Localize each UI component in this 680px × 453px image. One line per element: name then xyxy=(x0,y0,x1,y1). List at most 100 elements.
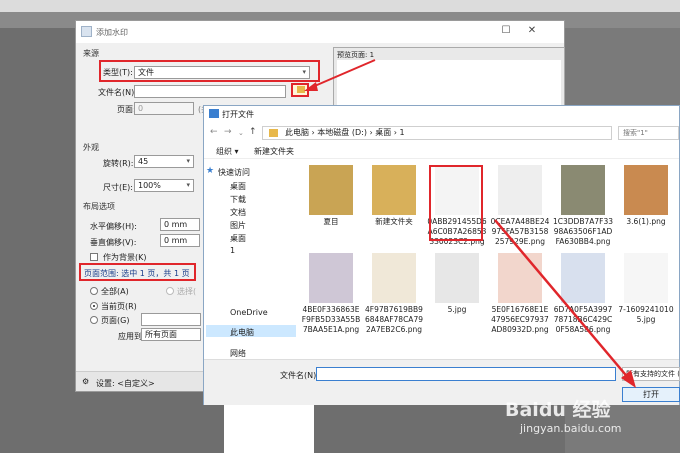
chevron-down-icon: ▾ xyxy=(186,181,190,189)
image-thumbnail xyxy=(624,165,668,215)
type-value: 文件 xyxy=(138,68,154,77)
annotation-arrow xyxy=(494,219,636,388)
dialog-title: 添加水印 xyxy=(96,28,128,37)
folder-icon xyxy=(372,165,416,215)
voffset-value: 0 mm xyxy=(164,236,188,245)
sidebar-item-onedrive[interactable]: OneDrive xyxy=(230,308,268,317)
filename-label: 文件名(N): xyxy=(98,88,137,97)
sidebar-item-pictures[interactable]: 图片 xyxy=(230,220,246,231)
sidebar-item-this-pc[interactable]: 此电脑 xyxy=(230,327,254,338)
sidebar-item-documents[interactable]: 文档 xyxy=(230,207,246,218)
sidebar-item-desktop-2[interactable]: 桌面 xyxy=(230,233,246,244)
current-page-label: 当前页(R) xyxy=(101,302,137,311)
brand-url: jingyan.baidu.com xyxy=(520,422,622,435)
maximize-icon[interactable]: ☐ xyxy=(498,24,514,38)
pages-radio[interactable] xyxy=(90,316,98,324)
voffset-label: 垂直偏移(V): xyxy=(90,238,137,247)
section-layout: 布局选项 xyxy=(83,202,115,211)
new-folder-button[interactable]: 新建文件夹 xyxy=(254,146,294,157)
image-thumbnail xyxy=(498,165,542,215)
hoffset-input[interactable]: 0 mm xyxy=(160,218,200,231)
folder-icon xyxy=(269,129,278,137)
file-item[interactable]: 新建文件夹 xyxy=(364,165,424,227)
file-name: 4F97B7619BB96848AF78CA792A7EB2C6.png xyxy=(365,305,423,334)
page-label: 页面: xyxy=(117,105,136,114)
chevron-down-icon[interactable]: ⌄ xyxy=(238,129,244,137)
file-item[interactable]: 4F97B7619BB96848AF78CA792A7EB2C6.png xyxy=(364,253,424,335)
forward-icon[interactable]: → xyxy=(224,127,232,137)
breadcrumb-item[interactable]: 桌面 xyxy=(375,128,391,137)
folder-icon xyxy=(309,165,353,215)
app-icon xyxy=(81,26,92,37)
settings-label[interactable]: 设置: <自定义> xyxy=(96,378,155,389)
hoffset-label: 水平偏移(H): xyxy=(90,222,137,231)
background-label: 作为背景(K) xyxy=(103,253,147,262)
file-name: 夏目 xyxy=(323,217,339,226)
rotation-label: 旋转(R): xyxy=(103,159,134,168)
back-icon[interactable]: ← xyxy=(210,127,218,137)
rotation-select[interactable]: 45 ▾ xyxy=(134,155,194,168)
navigation-pane: ★ 快速访问 桌面 下载 文档 图片 桌面 1 OneDrive 此电脑 网络 xyxy=(204,161,296,359)
dialog-title: 打开文件 xyxy=(222,110,254,119)
app-toolbar-strip xyxy=(0,0,680,12)
chevron-right-icon: › xyxy=(391,128,400,137)
image-thumbnail xyxy=(309,253,353,303)
sidebar-item-downloads[interactable]: 下载 xyxy=(230,194,246,205)
search-input[interactable]: 搜索"1" xyxy=(618,126,679,140)
hoffset-value: 0 mm xyxy=(164,220,188,229)
current-page-radio[interactable] xyxy=(90,302,98,310)
pages-label: 页面(G) xyxy=(101,316,130,325)
breadcrumb-item[interactable]: 此电脑 xyxy=(285,128,309,137)
background-checkbox[interactable] xyxy=(90,253,98,261)
pages-input[interactable] xyxy=(141,313,201,326)
close-icon[interactable]: ✕ xyxy=(524,24,540,38)
file-name: 5.jpg xyxy=(447,305,467,314)
selected-radio[interactable] xyxy=(166,287,174,295)
highlight-selected-file xyxy=(429,165,483,241)
page-range-label: 页面范围: 选中 1 页，共 1 页 xyxy=(84,269,190,278)
voffset-input[interactable]: 0 mm xyxy=(160,234,200,247)
apply-value: 所有页面 xyxy=(145,330,177,339)
star-icon: ★ xyxy=(206,166,215,176)
breadcrumb-item[interactable]: 本地磁盘 (D:) xyxy=(317,128,367,137)
image-thumbnail xyxy=(372,253,416,303)
address-bar[interactable]: 此电脑 › 本地磁盘 (D:) › 桌面 › 1 xyxy=(262,126,612,140)
dialog-titlebar: 打开文件 xyxy=(204,106,679,122)
organize-button[interactable]: 组织 ▾ xyxy=(216,146,239,157)
size-label: 尺寸(E): xyxy=(103,183,133,192)
sidebar-item-quick-access[interactable]: 快速访问 xyxy=(218,167,250,178)
file-item[interactable]: 4BE0F336863EF9FB5D33A55B7BAA5E1A.png xyxy=(301,253,361,335)
gear-icon[interactable]: ⚙ xyxy=(82,377,89,386)
file-name: 4BE0F336863EF9FB5D33A55B7BAA5E1A.png xyxy=(301,305,361,334)
navigation-bar: ← → ⌄ ↑ 此电脑 › 本地磁盘 (D:) › 桌面 › 1 搜索"1" xyxy=(204,124,679,142)
sidebar-item-network[interactable]: 网络 xyxy=(230,348,246,359)
all-radio[interactable] xyxy=(90,287,98,295)
type-label: 类型(T): xyxy=(103,68,133,77)
image-thumbnail xyxy=(561,165,605,215)
dialog-titlebar: 添加水印 ☐ ✕ xyxy=(76,21,564,43)
type-select[interactable]: 文件 ▾ xyxy=(134,66,310,79)
filename-label: 文件名(N): xyxy=(280,371,319,380)
size-select[interactable]: 100% ▾ xyxy=(134,179,194,192)
page-input[interactable]: 0 xyxy=(134,102,194,115)
page-value: 0 xyxy=(138,104,144,113)
app-icon xyxy=(209,109,219,118)
chevron-right-icon: › xyxy=(366,128,376,137)
selected-label: 选择( xyxy=(177,287,197,296)
up-icon[interactable]: ↑ xyxy=(249,127,257,137)
file-item[interactable]: 夏目 xyxy=(301,165,361,227)
file-item[interactable]: 5.jpg xyxy=(427,253,487,315)
file-name: 新建文件夹 xyxy=(375,217,413,226)
sidebar-item-folder-1[interactable]: 1 xyxy=(230,246,235,255)
breadcrumb-item[interactable]: 1 xyxy=(400,128,405,137)
filename-input[interactable] xyxy=(134,85,286,98)
annotation-arrow xyxy=(304,59,376,91)
sidebar-item-desktop[interactable]: 桌面 xyxy=(230,181,246,192)
file-toolbar: 组织 ▾ 新建文件夹 xyxy=(204,143,679,159)
apply-select[interactable]: 所有页面 xyxy=(141,328,201,341)
section-appearance: 外观 xyxy=(83,143,99,152)
image-thumbnail xyxy=(435,253,479,303)
section-source: 来源 xyxy=(83,49,99,58)
all-label: 全部(A) xyxy=(101,287,129,296)
size-value: 100% xyxy=(138,181,161,190)
